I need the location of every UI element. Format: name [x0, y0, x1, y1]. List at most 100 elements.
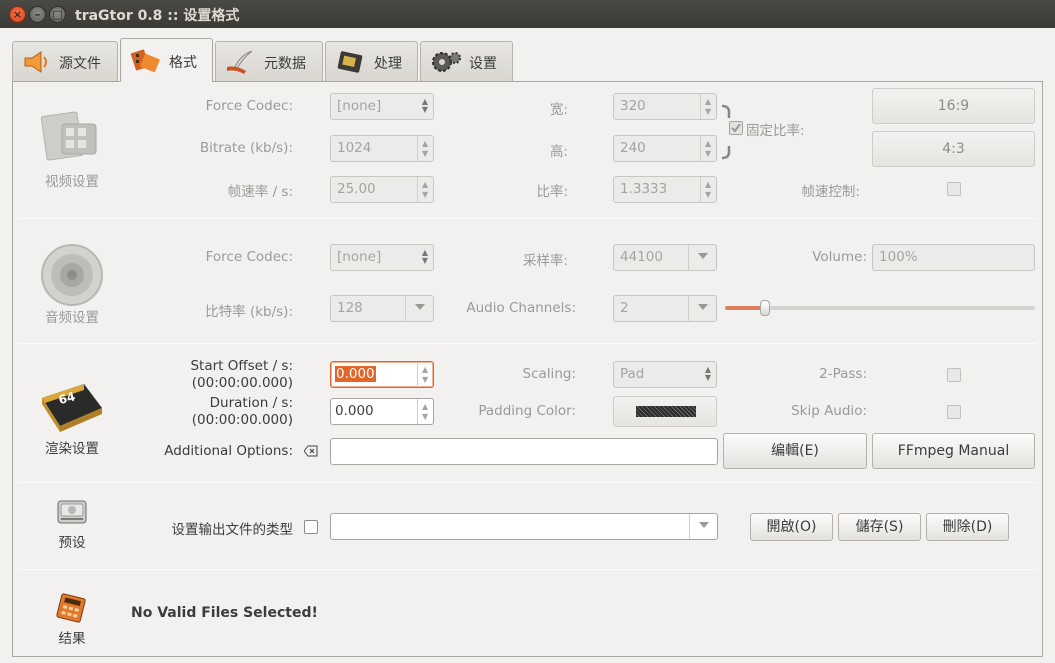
fixed-ratio-checkbox[interactable]	[729, 121, 743, 135]
audio-force-codec-label: Force Codec:	[205, 249, 293, 265]
additional-options-input[interactable]	[330, 438, 718, 465]
duration-label: Duration / s:	[209, 395, 293, 411]
combo-dropdown-button[interactable]	[688, 296, 716, 321]
audio-samplerate-value: 44100	[620, 249, 663, 265]
tab-settings[interactable]: 设置	[420, 41, 513, 81]
framerate-control-checkbox[interactable]	[947, 182, 961, 196]
audio-section-label: 音频设置	[45, 310, 99, 326]
spin-buttons[interactable]: ▲ ▼	[417, 399, 433, 424]
minimize-icon: –	[34, 8, 41, 21]
save-preset-button[interactable]: 儲存(S)	[838, 513, 921, 541]
video-ratio-label: 比率:	[536, 184, 568, 200]
video-width-spinner[interactable]: 320 ▲ ▼	[613, 93, 717, 120]
audio-bitrate-combo[interactable]: 128	[330, 295, 434, 322]
select-arrows-icon: ▲ ▼	[704, 365, 711, 382]
audio-force-codec-select[interactable]: [none] ▲ ▼	[330, 244, 434, 271]
window-close-button[interactable]: ×	[9, 6, 26, 23]
spin-buttons[interactable]: ▲ ▼	[417, 362, 433, 387]
volume-input[interactable]: 100%	[872, 244, 1035, 271]
video-width-label: 宽:	[549, 102, 568, 118]
ffmpeg-manual-button[interactable]: FFmpeg Manual	[872, 433, 1035, 469]
tab-process-label: 处理	[374, 56, 402, 72]
gears-settings-icon	[432, 52, 461, 72]
video-bitrate-value: 1024	[337, 140, 372, 156]
window-maximize-button[interactable]: □	[49, 6, 66, 23]
video-ratio-spinner[interactable]: 1.3333 ▲ ▼	[613, 176, 717, 203]
start-offset-label: Start Offset / s:	[190, 358, 293, 374]
chevron-down-icon	[698, 253, 708, 259]
checkmark-icon	[731, 123, 741, 133]
skip-audio-label: Skip Audio:	[791, 403, 867, 419]
edit-button[interactable]: 编輯(E)	[723, 433, 867, 469]
harddisk-preset-icon	[57, 500, 87, 524]
calculator-result-icon	[56, 593, 86, 623]
video-section-label: 视频设置	[45, 174, 99, 190]
tab-format-label: 格式	[169, 55, 197, 71]
combo-dropdown-button[interactable]	[405, 296, 433, 321]
spin-buttons[interactable]: ▲ ▼	[417, 177, 433, 202]
two-pass-checkbox[interactable]	[947, 368, 961, 382]
chevron-down-icon	[698, 304, 708, 310]
spin-buttons[interactable]: ▲ ▼	[417, 136, 433, 161]
quill-metadata-icon	[227, 50, 253, 74]
tab-process[interactable]: 处理	[325, 41, 418, 81]
spin-buttons[interactable]: ▲ ▼	[700, 136, 716, 161]
open-preset-button[interactable]: 開啟(O)	[750, 513, 833, 541]
video-force-codec-select[interactable]: [none] ▲ ▼	[330, 93, 434, 120]
fixed-ratio-label: 固定比率:	[746, 123, 805, 139]
padding-color-button[interactable]	[613, 396, 717, 427]
audio-samplerate-combo[interactable]: 44100	[613, 244, 717, 271]
ratio-16-9-button[interactable]: 16:9	[872, 88, 1035, 124]
audio-bitrate-label: 比特率 (kb/s):	[205, 304, 293, 320]
duration-spinner[interactable]: 0.000 ▲ ▼	[330, 398, 434, 425]
two-pass-label: 2-Pass:	[819, 366, 867, 382]
spin-buttons[interactable]: ▲ ▼	[700, 177, 716, 202]
speaker-source-icon	[24, 51, 47, 73]
separator	[17, 218, 1037, 219]
video-framerate-value: 25.00	[337, 181, 376, 197]
volume-slider-handle[interactable]	[760, 300, 771, 316]
window-minimize-button[interactable]: –	[29, 6, 46, 23]
separator	[17, 569, 1037, 570]
audio-channels-label: Audio Channels:	[466, 300, 576, 316]
combo-dropdown-button[interactable]	[689, 514, 717, 539]
framerate-control-label: 帧速控制:	[801, 184, 860, 200]
volume-value: 100%	[879, 249, 918, 265]
tab-source[interactable]: 源文件	[12, 41, 118, 81]
render-section-label: 渲染设置	[45, 441, 99, 457]
tab-format[interactable]: 格式	[120, 38, 213, 82]
skip-audio-checkbox[interactable]	[947, 405, 961, 419]
separator	[17, 343, 1037, 344]
close-icon: ×	[12, 8, 23, 21]
video-force-codec-value: [none]	[337, 98, 382, 114]
result-section-label: 结果	[58, 631, 86, 647]
video-force-codec-label: Force Codec:	[205, 98, 293, 114]
spin-buttons[interactable]: ▲ ▼	[700, 94, 716, 119]
delete-preset-button[interactable]: 刪除(D)	[926, 513, 1009, 541]
scaling-select[interactable]: Pad ▲ ▼	[613, 361, 717, 388]
start-offset-value: 0.000	[335, 366, 376, 382]
scaling-label: Scaling:	[522, 366, 576, 382]
combo-dropdown-button[interactable]	[688, 245, 716, 270]
video-height-spinner[interactable]: 240 ▲ ▼	[613, 135, 717, 162]
tab-metadata[interactable]: 元数据	[215, 41, 323, 81]
audio-samplerate-label: 采样率:	[522, 253, 568, 269]
audio-force-codec-value: [none]	[337, 249, 382, 265]
output-type-combo[interactable]	[330, 513, 718, 540]
start-offset-spinner[interactable]: 0.000 ▲ ▼	[330, 361, 434, 388]
volume-slider-fill	[725, 306, 766, 310]
tab-settings-label: 设置	[469, 56, 497, 72]
video-width-value: 320	[620, 98, 646, 114]
video-bitrate-spinner[interactable]: 1024 ▲ ▼	[330, 135, 434, 162]
output-type-checkbox[interactable]	[304, 520, 318, 534]
chip-process-icon	[337, 51, 363, 73]
ratio-4-3-button[interactable]: 4:3	[872, 131, 1035, 167]
color-swatch	[636, 406, 696, 417]
clear-text-icon[interactable]	[304, 445, 318, 457]
audio-channels-combo[interactable]: 2	[613, 295, 717, 322]
output-type-label: 设置输出文件的类型	[171, 522, 294, 538]
video-bitrate-label: Bitrate (kb/s):	[199, 140, 293, 156]
result-message: No Valid Files Selected!	[131, 605, 318, 621]
video-framerate-spinner[interactable]: 25.00 ▲ ▼	[330, 176, 434, 203]
volume-slider[interactable]	[725, 300, 1035, 316]
